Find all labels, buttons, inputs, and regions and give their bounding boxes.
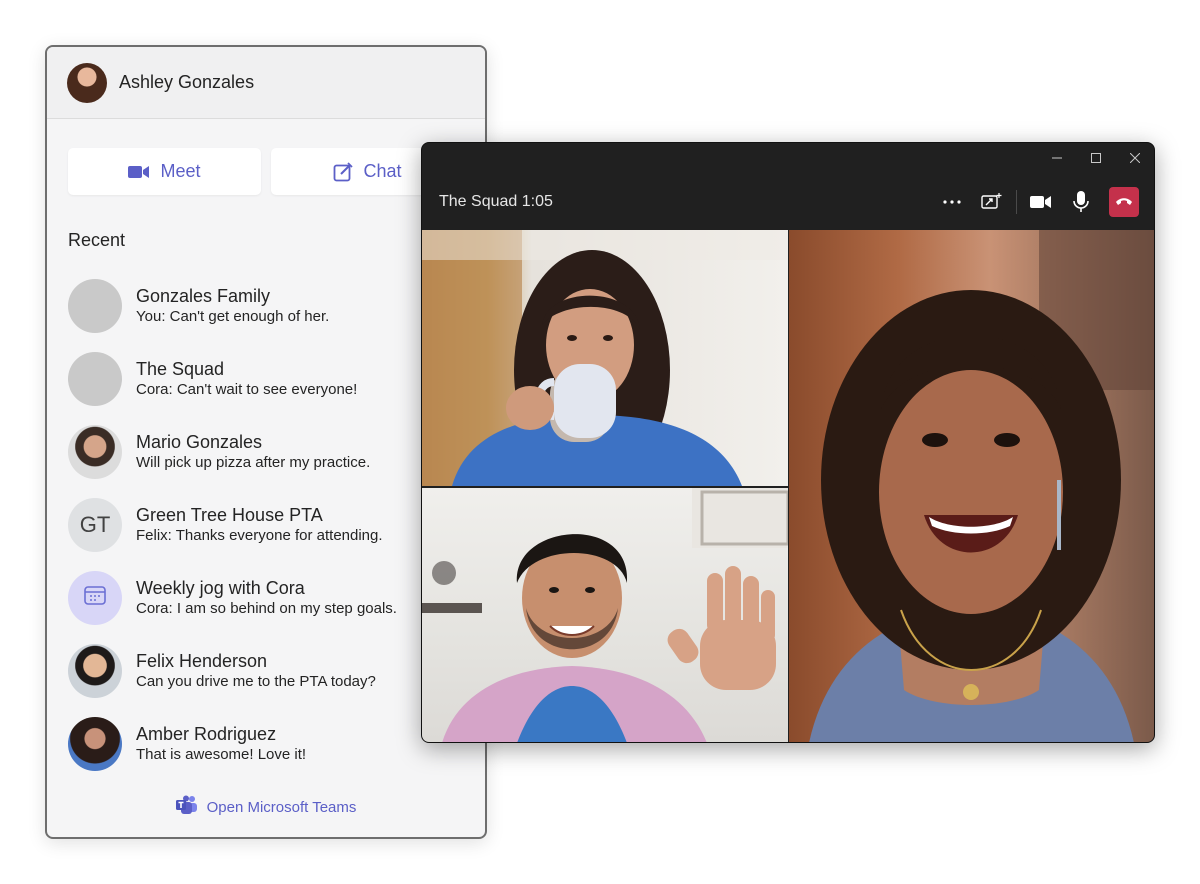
- conversation-preview: Cora: I am so behind on my step goals.: [136, 599, 397, 617]
- close-icon[interactable]: [1115, 143, 1154, 173]
- contact-avatar: [68, 643, 122, 698]
- call-title: The Squad 1:05: [439, 192, 553, 210]
- open-teams-link[interactable]: Open Microsoft Teams: [47, 795, 485, 819]
- participant-video[interactable]: [789, 230, 1154, 742]
- list-item[interactable]: GT Green Tree House PTA Felix: Thanks ev…: [47, 488, 485, 561]
- meeting-avatar: [68, 570, 122, 625]
- screen: Ashley Gonzales Meet Chat Recent Gonzale…: [0, 0, 1200, 884]
- maximize-icon[interactable]: [1076, 143, 1115, 173]
- meet-label: Meet: [160, 161, 201, 181]
- list-item[interactable]: The Squad Cora: Can't wait to see everyo…: [47, 342, 485, 415]
- minimize-icon[interactable]: [1037, 143, 1076, 173]
- compose-icon: [333, 161, 354, 182]
- contact-avatar: [68, 424, 122, 479]
- conversation-preview: Cora: Can't wait to see everyone!: [136, 380, 358, 398]
- conversation-name: Felix Henderson: [136, 650, 268, 671]
- share-screen-icon[interactable]: [972, 185, 1012, 219]
- participant-video[interactable]: [422, 230, 788, 486]
- conversation-name: Weekly jog with Cora: [136, 577, 305, 598]
- group-avatar: [68, 351, 122, 406]
- conversation-preview: You: Can't get enough of her.: [136, 307, 330, 325]
- conversation-name: Amber Rodriguez: [136, 723, 277, 744]
- toolbar-divider: [1016, 189, 1017, 214]
- open-teams-label: Open Microsoft Teams: [206, 798, 357, 816]
- video-grid: [422, 230, 1154, 742]
- group-avatar: [68, 278, 122, 333]
- conversation-name: Mario Gonzales: [136, 431, 263, 452]
- camera-icon[interactable]: [1021, 185, 1061, 219]
- hang-up-button[interactable]: [1109, 186, 1139, 217]
- initials-avatar: GT: [68, 497, 122, 552]
- conversation-name: Gonzales Family: [136, 285, 271, 306]
- user-avatar[interactable]: [67, 62, 107, 103]
- conversation-preview: Will pick up pizza after my practice.: [136, 453, 371, 471]
- participant-video[interactable]: [422, 488, 788, 742]
- more-options-icon[interactable]: [932, 185, 972, 219]
- teams-logo-icon: [175, 795, 198, 819]
- list-item[interactable]: Felix Henderson Can you drive me to the …: [47, 634, 485, 707]
- call-toolbar: The Squad 1:05: [422, 173, 1154, 230]
- contact-avatar: [68, 716, 122, 771]
- microphone-icon[interactable]: [1061, 185, 1101, 219]
- chat-label: Chat: [363, 161, 402, 181]
- conversation-preview: That is awesome! Love it!: [136, 745, 307, 763]
- conversation-name: The Squad: [136, 358, 225, 379]
- recent-list: Gonzales Family You: Can't get enough of…: [47, 269, 485, 780]
- call-window: The Squad 1:05: [421, 142, 1155, 743]
- meet-button[interactable]: Meet: [68, 148, 261, 195]
- conversation-name: Green Tree House PTA: [136, 504, 323, 525]
- video-camera-icon: [128, 164, 150, 180]
- list-item[interactable]: Amber Rodriguez That is awesome! Love it…: [47, 707, 485, 780]
- profile-header: Ashley Gonzales: [47, 47, 485, 119]
- window-titlebar: [422, 143, 1154, 173]
- action-buttons: Meet Chat: [47, 119, 485, 195]
- conversation-preview: Felix: Thanks everyone for attending.: [136, 526, 383, 544]
- calendar-icon: [83, 583, 107, 612]
- list-item[interactable]: Gonzales Family You: Can't get enough of…: [47, 269, 485, 342]
- list-item[interactable]: Weekly jog with Cora Cora: I am so behin…: [47, 561, 485, 634]
- hang-up-icon: [1115, 193, 1133, 211]
- user-name: Ashley Gonzales: [119, 72, 255, 92]
- list-item[interactable]: Mario Gonzales Will pick up pizza after …: [47, 415, 485, 488]
- conversation-preview: Can you drive me to the PTA today?: [136, 672, 376, 690]
